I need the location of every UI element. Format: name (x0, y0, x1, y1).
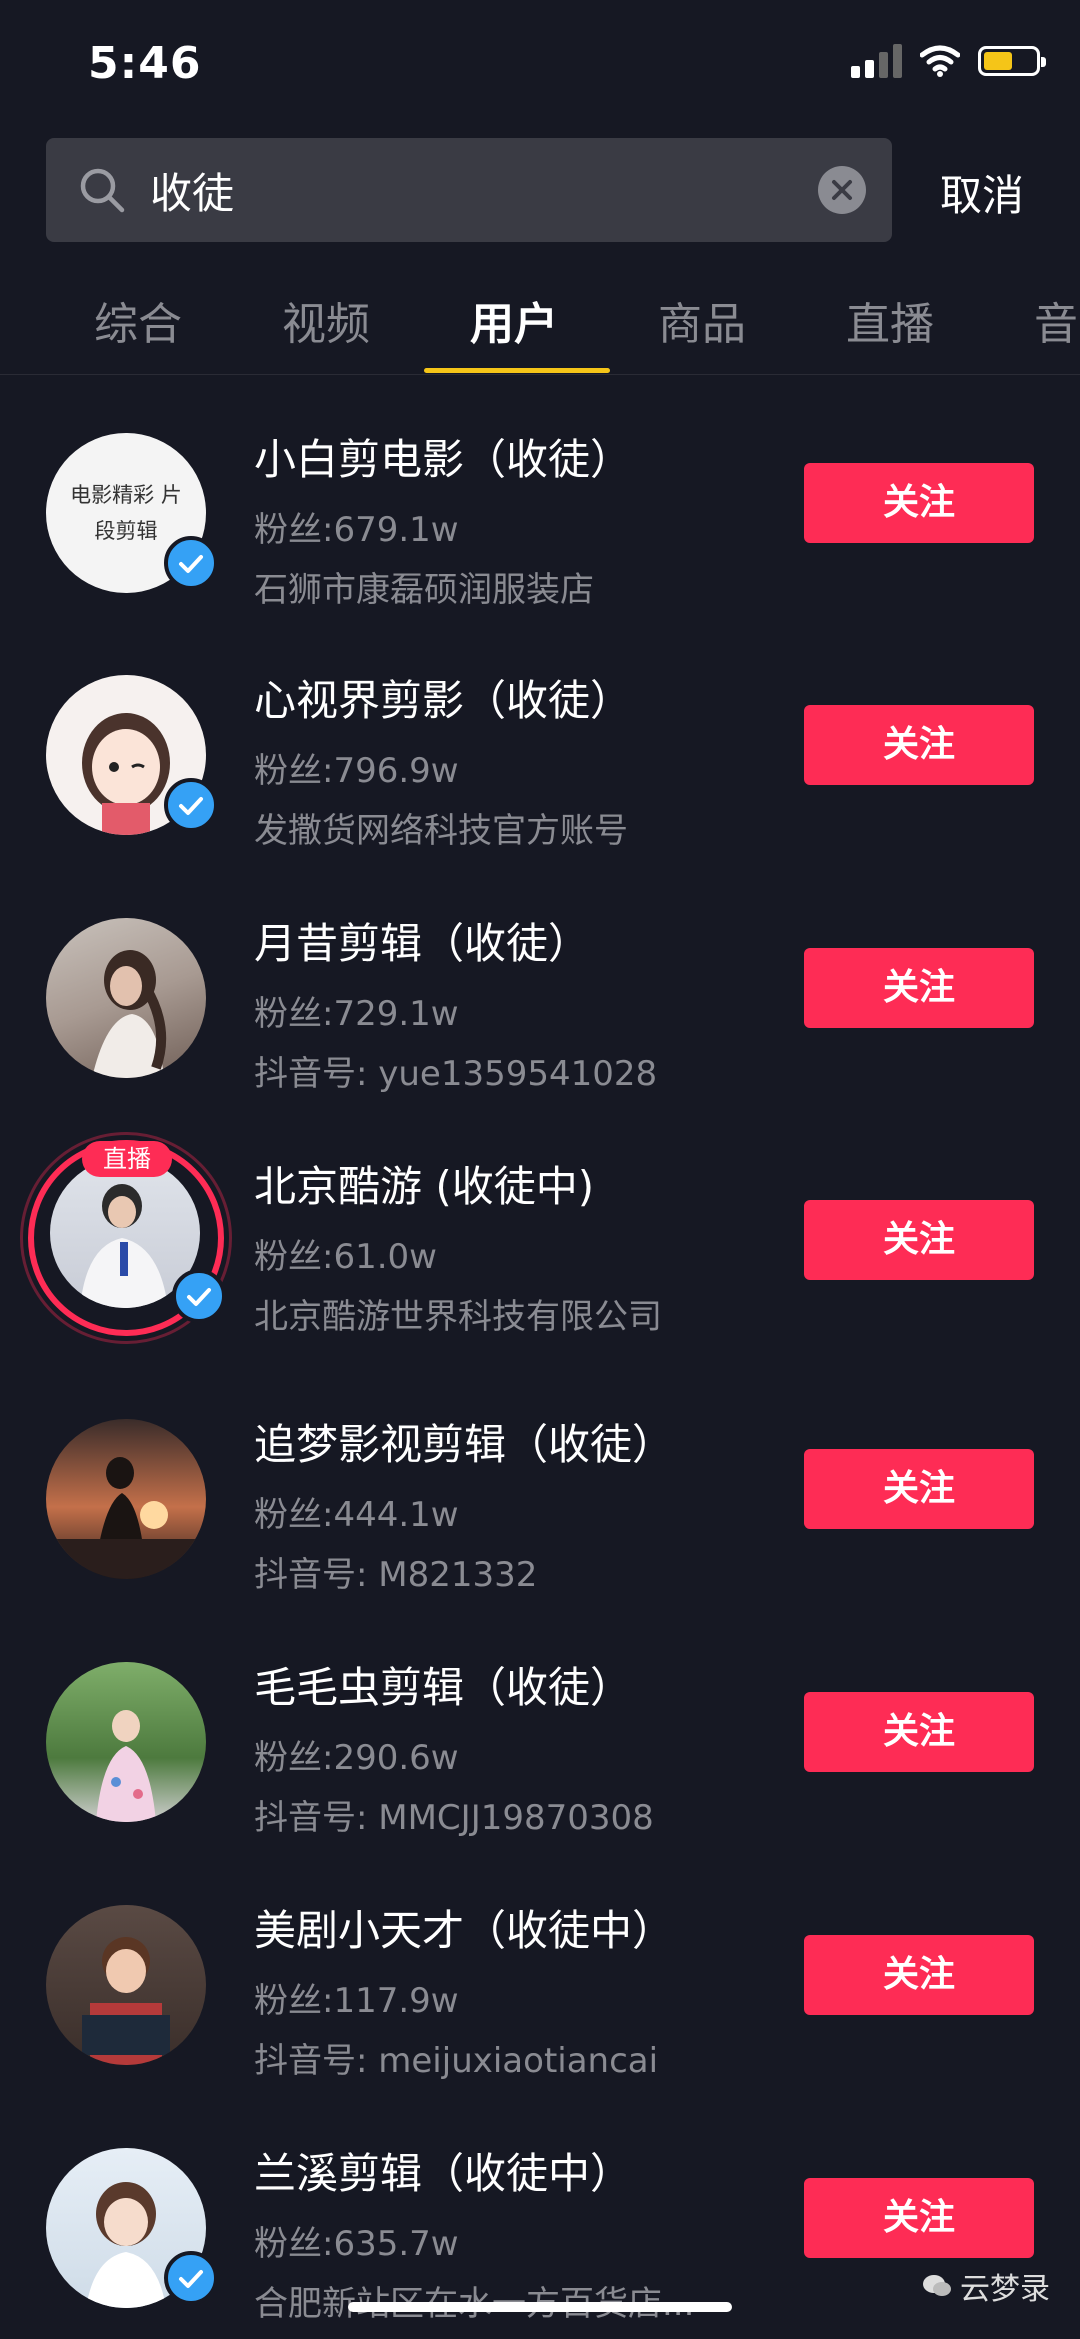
avatar-text: 电影精彩 片段剪辑 (70, 483, 182, 543)
verified-badge-icon (164, 2251, 218, 2305)
search-icon (80, 168, 125, 213)
follow-button[interactable]: 关注 (804, 2178, 1034, 2258)
search-input[interactable] (150, 160, 750, 220)
list-item[interactable]: 直播 北京酷游 (收徒中) 粉丝:61.0w 北京酷游世界科技有限公司 关注 (0, 1103, 1080, 1361)
user-fans: 粉丝:290.6w (254, 1738, 459, 1778)
verified-badge-icon (164, 536, 218, 590)
user-subtitle: 抖音号: MMCJJ19870308 (254, 1798, 654, 1838)
user-fans: 粉丝:117.9w (254, 1981, 459, 2021)
user-name[interactable]: 兰溪剪辑（收徒中） (254, 2140, 632, 2201)
user-fans: 粉丝:61.0w (254, 1237, 437, 1277)
user-name[interactable]: 北京酷游 (收徒中) (254, 1153, 594, 1214)
user-subtitle: 发撒货网络科技官方账号 (254, 811, 628, 851)
tab-comprehensive[interactable]: 综合 (94, 288, 182, 352)
avatar-photo (92, 950, 167, 1078)
avatar[interactable] (46, 1905, 206, 2065)
user-name[interactable]: 追梦影视剪辑（收徒） (254, 1411, 674, 1472)
avatar[interactable] (46, 918, 206, 1078)
tab-video[interactable]: 视频 (282, 288, 370, 352)
watermark: 云梦录 (922, 2264, 1050, 2308)
follow-button[interactable]: 关注 (804, 705, 1034, 785)
user-subtitle: 石狮市康磊硕润服装店 (254, 570, 594, 610)
list-item[interactable]: 月昔剪辑（收徒） 粉丝:729.1w 抖音号: yue1359541028 关注 (0, 860, 1080, 1103)
search-row: 取消 (46, 138, 1046, 242)
tab-live[interactable]: 直播 (846, 288, 934, 352)
wechat-icon (923, 2275, 951, 2296)
clear-search-button[interactable] (818, 166, 866, 214)
tab-users[interactable]: 用户 (470, 288, 558, 352)
live-badge: 直播 (82, 1141, 172, 1177)
avatar-photo (82, 1937, 170, 2065)
user-fans: 粉丝:796.9w (254, 751, 459, 791)
list-item[interactable]: 追梦影视剪辑（收徒） 粉丝:444.1w 抖音号: M821332 关注 (0, 1361, 1080, 1604)
user-subtitle: 抖音号: meijuxiaotiancai (254, 2041, 659, 2081)
status-time: 5:46 (88, 38, 202, 89)
list-item[interactable]: 电影精彩 片段剪辑 小白剪电影（收徒） 粉丝:679.1w 石狮市康磊硕润服装店… (0, 374, 1080, 617)
user-name[interactable]: 美剧小天才（收徒中） (254, 1897, 674, 1958)
list-item[interactable]: 美剧小天才（收徒中） 粉丝:117.9w 抖音号: meijuxiaotianc… (0, 1847, 1080, 2090)
user-fans: 粉丝:444.1w (254, 1495, 459, 1535)
home-indicator[interactable] (348, 2302, 732, 2312)
follow-button[interactable]: 关注 (804, 948, 1034, 1028)
user-subtitle: 抖音号: yue1359541028 (254, 1054, 658, 1094)
user-subtitle: 合肥新站区在水一方百货店... (254, 2276, 694, 2325)
avatar-photo (46, 1457, 206, 1579)
follow-button[interactable]: 关注 (804, 463, 1034, 543)
status-bar: 5:46 (0, 0, 1080, 130)
follow-button[interactable]: 关注 (804, 1200, 1034, 1280)
avatar[interactable] (46, 1419, 206, 1579)
user-name[interactable]: 小白剪电影（收徒） (254, 426, 632, 487)
verified-badge-icon (172, 1269, 226, 1323)
list-item[interactable]: 兰溪剪辑（收徒中） 粉丝:635.7w 合肥新站区在水一方百货店... 关注 (0, 2090, 1080, 2333)
active-tab-indicator (424, 368, 610, 373)
user-subtitle: 北京酷游世界科技有限公司 (254, 1297, 662, 1337)
verified-badge-icon (164, 778, 218, 832)
wifi-icon (920, 45, 960, 77)
cancel-button[interactable]: 取消 (940, 162, 1024, 223)
result-tabs: 综合 视频 用户 商品 直播 音 (0, 270, 1080, 375)
avatar[interactable] (46, 1662, 206, 1822)
user-subtitle: 抖音号: M821332 (254, 1555, 538, 1595)
cellular-signal-icon (851, 44, 902, 78)
list-item[interactable]: 心视界剪影（收徒） 粉丝:796.9w 发撒货网络科技官方账号 关注 (0, 617, 1080, 860)
battery-icon (978, 46, 1046, 76)
search-box[interactable] (46, 138, 892, 242)
status-icons (851, 44, 1046, 78)
list-item[interactable]: 毛毛虫剪辑（收徒） 粉丝:290.6w 抖音号: MMCJJ19870308 关… (0, 1604, 1080, 1847)
tab-music[interactable]: 音 (1034, 288, 1078, 352)
close-icon (832, 180, 852, 200)
follow-button[interactable]: 关注 (804, 1692, 1034, 1772)
follow-button[interactable]: 关注 (804, 1935, 1034, 2015)
watermark-text: 云梦录 (960, 2272, 1050, 2307)
avatar-photo (96, 1710, 156, 1822)
user-fans: 粉丝:635.7w (254, 2224, 459, 2264)
follow-button[interactable]: 关注 (804, 1449, 1034, 1529)
user-name[interactable]: 月昔剪辑（收徒） (254, 910, 590, 971)
user-fans: 粉丝:729.1w (254, 994, 459, 1034)
tab-products[interactable]: 商品 (658, 288, 746, 352)
user-name[interactable]: 心视界剪影（收徒） (254, 667, 632, 728)
user-fans: 粉丝:679.1w (254, 510, 459, 550)
user-name[interactable]: 毛毛虫剪辑（收徒） (254, 1654, 632, 1715)
